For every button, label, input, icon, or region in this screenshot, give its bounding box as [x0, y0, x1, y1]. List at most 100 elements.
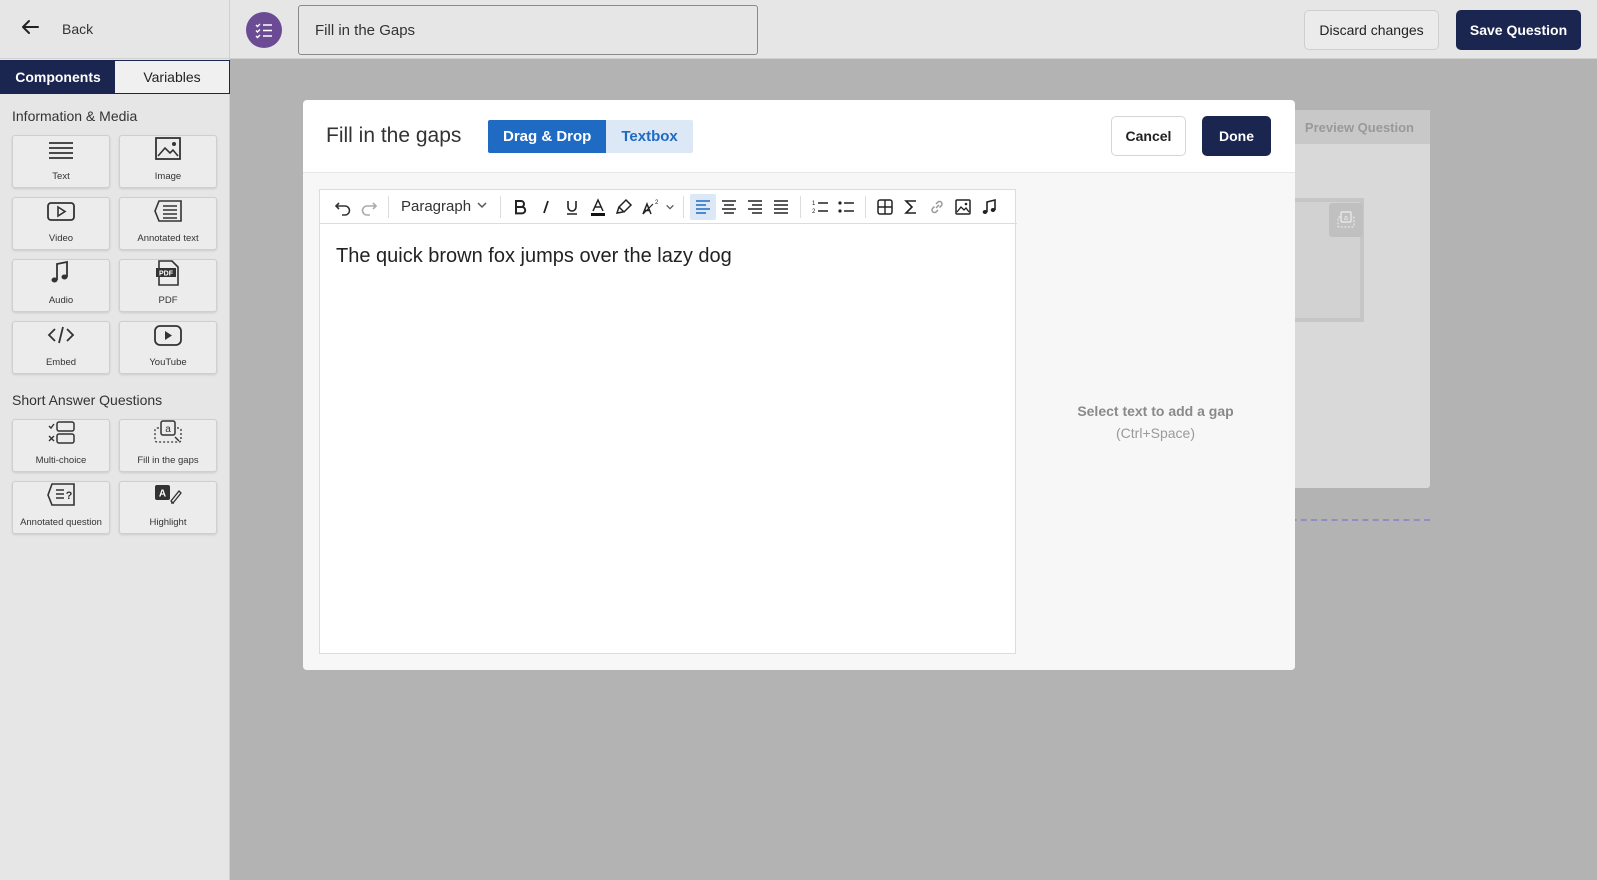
component-multi-choice[interactable]: Multi-choice [12, 419, 110, 472]
highlighter-icon[interactable] [611, 194, 637, 220]
question-type-icon [246, 12, 282, 48]
insert-image-icon[interactable] [950, 194, 976, 220]
tile-label: Multi-choice [35, 455, 87, 466]
hint-text: Select text to add a gap [1077, 402, 1234, 419]
information-media-grid: Text Image Video Annotated text Audio PD… [12, 135, 218, 374]
component-highlight[interactable]: A Highlight [119, 481, 217, 534]
toolbar-divider [388, 195, 389, 218]
tile-label: Annotated text [137, 233, 199, 244]
svg-text:2: 2 [655, 200, 659, 206]
editor-text[interactable]: The quick brown fox jumps over the lazy … [336, 245, 732, 268]
sidebar: Back Components Variables Information & … [0, 0, 230, 880]
svg-text:a: a [165, 424, 171, 435]
tile-label: Fill in the gaps [137, 455, 199, 466]
bullet-list-icon[interactable] [833, 194, 859, 220]
tab-variables[interactable]: Variables [115, 61, 229, 93]
multi-choice-icon [46, 419, 76, 455]
svg-text:PDF: PDF [159, 271, 174, 278]
chevron-down-icon [471, 198, 488, 215]
back-button[interactable]: Back [0, 0, 230, 59]
tile-label: Embed [45, 357, 77, 368]
component-annotated-text[interactable]: Annotated text [119, 197, 217, 250]
align-justify-icon[interactable] [768, 194, 794, 220]
discard-changes-button[interactable]: Discard changes [1304, 10, 1439, 50]
tile-label: Audio [48, 295, 74, 306]
toolbar-divider [800, 195, 802, 218]
component-video[interactable]: Video [12, 197, 110, 250]
annotated-text-icon [153, 197, 183, 233]
component-annotated-question[interactable]: ? Annotated question [12, 481, 110, 534]
embed-icon [46, 321, 76, 357]
numbered-list-icon[interactable]: 12 [807, 194, 833, 220]
short-answer-grid: Multi-choice a Fill in the gaps ? Annota… [12, 419, 218, 534]
tile-label: Image [154, 171, 182, 182]
underline-icon[interactable] [559, 194, 585, 220]
component-image[interactable]: Image [119, 135, 217, 188]
chevron-down-icon[interactable] [663, 194, 677, 220]
dialog-title: Fill in the gaps [326, 124, 462, 147]
hint-shortcut: (Ctrl+Space) [1116, 424, 1195, 441]
component-text[interactable]: Text [12, 135, 110, 188]
annotated-question-icon: ? [46, 481, 76, 517]
video-icon [46, 197, 76, 233]
svg-text:?: ? [66, 490, 73, 502]
svg-text:A: A [159, 489, 166, 500]
header: Discard changes Save Question [230, 0, 1597, 59]
align-center-icon[interactable] [716, 194, 742, 220]
sidebar-tabs: Components Variables [0, 60, 230, 94]
fill-gaps-icon: a [153, 419, 183, 455]
block-format-select[interactable]: Paragraph [395, 198, 494, 215]
dialog-body: Paragraph 2 12 The quick brown fox jumps… [303, 173, 1295, 670]
question-title-input[interactable] [298, 5, 758, 55]
component-fill-gaps[interactable]: a Fill in the gaps [119, 419, 217, 472]
back-label: Back [62, 21, 94, 37]
fill-gaps-dialog: Fill in the gaps Drag & Drop Textbox Can… [303, 100, 1295, 670]
youtube-icon [153, 321, 183, 357]
svg-text:a: a [1344, 215, 1348, 222]
table-icon[interactable] [872, 194, 898, 220]
italic-icon[interactable] [533, 194, 559, 220]
tab-components[interactable]: Components [1, 61, 115, 93]
bold-icon[interactable] [507, 194, 533, 220]
redo-icon[interactable] [356, 194, 382, 220]
cancel-button[interactable]: Cancel [1111, 116, 1186, 156]
equation-icon[interactable] [898, 194, 924, 220]
save-question-button[interactable]: Save Question [1456, 10, 1581, 50]
section-title-information-media: Information & Media [12, 108, 138, 124]
toolbar-divider [500, 195, 502, 218]
arrow-left-icon [20, 17, 40, 42]
toolbar-divider [865, 195, 867, 218]
toolbar-divider [683, 195, 685, 218]
component-youtube[interactable]: YouTube [119, 321, 217, 374]
undo-icon[interactable] [330, 194, 356, 220]
mode-drag-drop[interactable]: Drag & Drop [488, 120, 607, 153]
text-color-icon[interactable] [585, 194, 611, 220]
audio-icon [46, 259, 76, 295]
align-right-icon[interactable] [742, 194, 768, 220]
tile-label: YouTube [149, 357, 187, 368]
link-icon[interactable] [924, 194, 950, 220]
component-audio[interactable]: Audio [12, 259, 110, 312]
tile-label: PDF [158, 295, 178, 306]
insert-audio-icon[interactable] [976, 194, 1002, 220]
mode-textbox[interactable]: Textbox [606, 120, 693, 153]
highlight-icon: A [153, 481, 183, 517]
tile-label: Video [48, 233, 74, 244]
image-icon [153, 135, 183, 171]
text-icon [46, 135, 76, 171]
align-left-icon[interactable] [690, 193, 717, 220]
mode-toggle: Drag & Drop Textbox [488, 120, 693, 153]
editor-toolbar: Paragraph 2 12 [320, 190, 1017, 224]
component-embed[interactable]: Embed [12, 321, 110, 374]
section-title-short-answer: Short Answer Questions [12, 392, 163, 408]
component-pdf[interactable]: PDF PDF [119, 259, 217, 312]
tile-label: Annotated question [20, 517, 102, 528]
done-button[interactable]: Done [1202, 116, 1271, 156]
dialog-header: Fill in the gaps Drag & Drop Textbox Can… [303, 100, 1295, 173]
tile-label: Text [52, 171, 70, 182]
gap-hint: Select text to add a gap (Ctrl+Space) [1016, 173, 1295, 670]
block-format-label: Paragraph [401, 198, 472, 215]
rich-text-editor: Paragraph 2 12 The quick brown fox jumps… [319, 189, 1017, 654]
superscript-icon[interactable]: 2 [637, 194, 663, 220]
svg-text:1: 1 [812, 201, 816, 207]
